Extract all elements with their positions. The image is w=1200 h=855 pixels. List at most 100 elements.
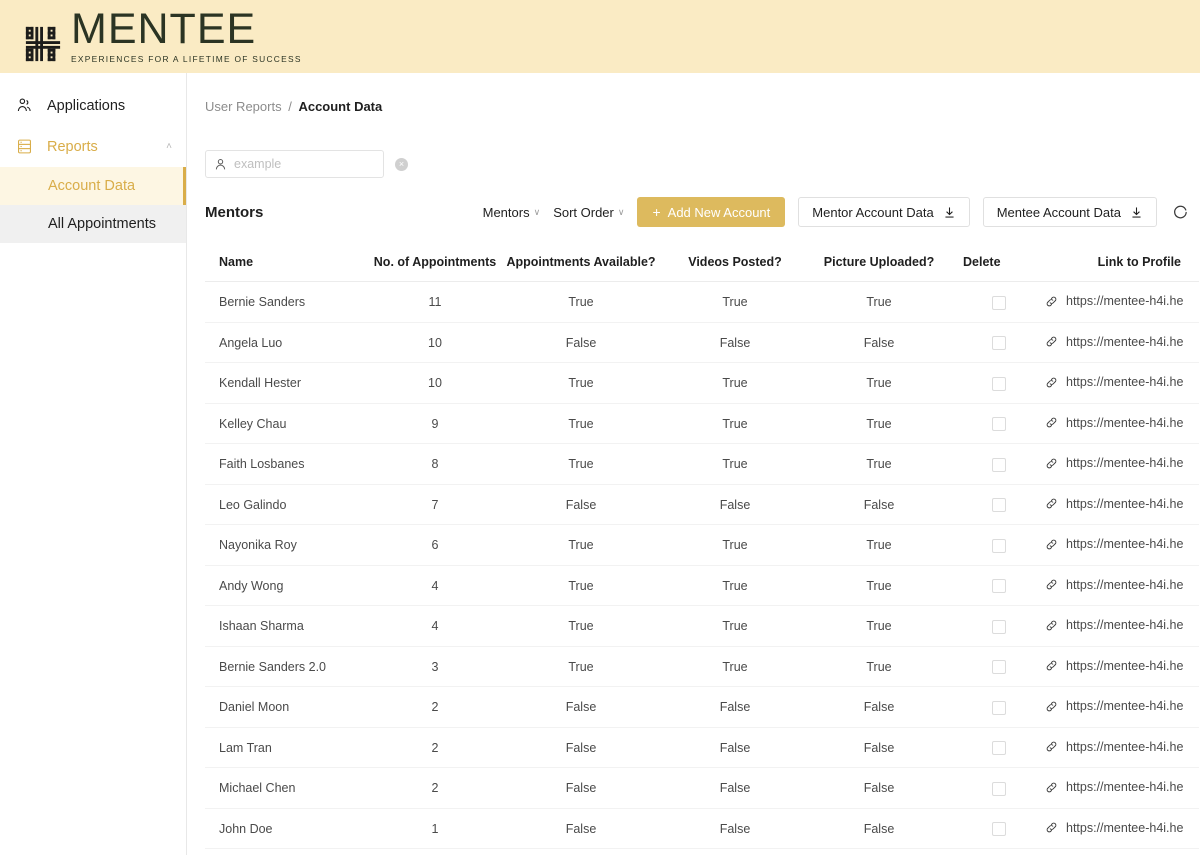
- table-row[interactable]: Kelley Chau 9 True True True https://mentee-h…: [205, 403, 1199, 444]
- role-filter-dropdown[interactable]: Mentors ∨: [483, 205, 541, 220]
- table-head: Name No. of Appointments Appointments Av…: [205, 244, 1199, 282]
- table-row[interactable]: Lam Tran 2 False False False https://mentee-h…: [205, 727, 1199, 768]
- profile-link[interactable]: https://mentee-h4i.he: [1045, 659, 1183, 673]
- profile-link[interactable]: https://mentee-h4i.he: [1045, 578, 1183, 592]
- cell-delete: [953, 686, 1045, 728]
- cell-available: False: [497, 484, 665, 525]
- delete-checkbox[interactable]: [992, 376, 1006, 391]
- profile-link[interactable]: https://mentee-h4i.he: [1045, 618, 1183, 632]
- cell-videos: False: [665, 686, 805, 728]
- delete-checkbox[interactable]: [992, 700, 1006, 715]
- delete-checkbox[interactable]: [992, 579, 1006, 594]
- sidebar-item-account-data[interactable]: Account Data: [0, 167, 186, 205]
- profile-link[interactable]: https://mentee-h4i.he: [1045, 416, 1183, 430]
- cell-appointments: 7: [373, 484, 497, 525]
- cell-link: https://mentee-h4i.he: [1045, 322, 1199, 363]
- sort-order-dropdown[interactable]: Sort Order ∨: [553, 205, 624, 220]
- brand-tagline: EXPERIENCES FOR A LIFETIME OF SUCCESS: [71, 53, 302, 64]
- cell-picture: False: [805, 686, 953, 728]
- delete-checkbox[interactable]: [992, 538, 1006, 553]
- search-box[interactable]: ×: [205, 150, 408, 178]
- cell-picture: True: [805, 362, 953, 404]
- cell-link: https://mentee-h4i.he: [1045, 808, 1199, 849]
- mentor-account-data-download-button[interactable]: Mentor Account Data: [798, 197, 970, 227]
- delete-checkbox[interactable]: [992, 781, 1006, 796]
- download-icon: [1132, 206, 1141, 218]
- people-group-icon: [17, 98, 31, 112]
- cell-delete: [953, 808, 1045, 849]
- cell-picture: True: [805, 646, 953, 687]
- table-row[interactable]: John Doe 1 False False False https://mentee-h…: [205, 808, 1199, 849]
- profile-link[interactable]: https://mentee-h4i.he: [1045, 780, 1183, 794]
- table-row[interactable]: Andy Wong 4 True True True https://mentee-h4i…: [205, 565, 1199, 606]
- profile-link[interactable]: https://mentee-h4i.he: [1045, 335, 1183, 349]
- table-row[interactable]: Faith Losbanes 8 True True True https://mente…: [205, 443, 1199, 485]
- profile-link[interactable]: https://mentee-h4i.he: [1045, 699, 1183, 713]
- sidebar-item-applications[interactable]: Applications: [0, 85, 186, 126]
- cell-videos: False: [665, 484, 805, 525]
- cell-available: False: [497, 848, 665, 855]
- column-header-videos[interactable]: Videos Posted?: [665, 244, 805, 282]
- delete-checkbox[interactable]: [992, 457, 1006, 472]
- table-row[interactable]: Bernie Sanders 2.0 3 True True True https://m…: [205, 646, 1199, 687]
- delete-checkbox[interactable]: [992, 822, 1006, 837]
- cell-videos: True: [665, 646, 805, 687]
- profile-link[interactable]: https://mentee-h4i.he: [1045, 294, 1183, 308]
- cell-name: Faith Losbanes: [205, 443, 373, 485]
- sidebar-item-all-appointments[interactable]: All Appointments: [0, 205, 186, 243]
- table-row[interactable]: Leo Galindo 7 False False False https://mente…: [205, 484, 1199, 525]
- delete-checkbox[interactable]: [992, 498, 1006, 513]
- cell-delete: [953, 767, 1045, 809]
- table-row[interactable]: Bernie Sanders 11 True True True https://ment…: [205, 281, 1199, 323]
- mentee-account-data-download-button[interactable]: Mentee Account Data: [982, 197, 1157, 227]
- cell-delete: [953, 524, 1045, 566]
- table-row[interactable]: Daniel Moon 2 False False False https://mente…: [205, 686, 1199, 728]
- delete-checkbox[interactable]: [992, 336, 1006, 351]
- search-input[interactable]: [227, 157, 395, 171]
- delete-checkbox[interactable]: [992, 417, 1006, 432]
- profile-link[interactable]: https://mentee-h4i.he: [1045, 375, 1183, 389]
- profile-link[interactable]: https://mentee-h4i.he: [1045, 740, 1183, 754]
- cell-name: Jane Doe: [205, 848, 373, 855]
- cell-link: https://mentee-h4i.he: [1045, 524, 1199, 566]
- cell-available: False: [497, 727, 665, 768]
- table-row[interactable]: Nayonika Roy 6 True True True https://mentee-…: [205, 524, 1199, 566]
- profile-link[interactable]: https://mentee-h4i.he: [1045, 497, 1183, 511]
- report-list-icon: [17, 139, 32, 154]
- refresh-button[interactable]: [1170, 202, 1190, 222]
- chevron-up-icon[interactable]: ˄: [166, 141, 172, 152]
- table-row[interactable]: Michael Chen 2 False False False https://ment…: [205, 767, 1199, 809]
- profile-link[interactable]: https://mentee-h4i.he: [1045, 537, 1183, 551]
- delete-checkbox[interactable]: [992, 741, 1006, 756]
- profile-link[interactable]: https://mentee-h4i.he: [1045, 456, 1183, 470]
- cell-appointments: 4: [373, 605, 497, 647]
- table-row[interactable]: Angela Luo 10 False False False https://mente…: [205, 322, 1199, 363]
- column-header-available[interactable]: Appointments Available?: [497, 244, 665, 282]
- table-row[interactable]: Jane Doe1FalseFalseFalsehttps://mentee-h…: [205, 848, 1199, 855]
- profile-url-text: https://mentee-h4i.he: [1066, 739, 1184, 754]
- cell-name: Bernie Sanders: [205, 281, 373, 323]
- plus-icon: +: [652, 204, 661, 220]
- delete-checkbox[interactable]: [992, 660, 1006, 675]
- cell-link: https://mentee-h4i.he: [1045, 362, 1199, 404]
- column-header-appointments[interactable]: No. of Appointments: [373, 244, 497, 282]
- cell-available: True: [497, 605, 665, 647]
- delete-checkbox[interactable]: [992, 619, 1006, 634]
- table-row[interactable]: Kendall Hester 10 True True True https://ment…: [205, 362, 1199, 404]
- cell-name: Angela Luo: [205, 322, 373, 363]
- profile-link[interactable]: https://mentee-h4i.he: [1045, 821, 1183, 835]
- clear-search-icon[interactable]: ×: [395, 157, 408, 171]
- column-header-name[interactable]: Name: [205, 244, 373, 282]
- column-header-delete[interactable]: Delete: [953, 244, 1045, 282]
- sidebar-item-reports[interactable]: Reports ˄: [0, 126, 186, 167]
- brand-logo[interactable]: MENTEE EXPERIENCES FOR A LIFETIME OF SUC…: [24, 8, 302, 64]
- column-header-link[interactable]: Link to Profile: [1045, 244, 1199, 282]
- cell-videos: True: [665, 443, 805, 485]
- delete-checkbox[interactable]: [992, 295, 1006, 310]
- column-header-picture[interactable]: Picture Uploaded?: [805, 244, 953, 282]
- add-new-account-button[interactable]: + Add New Account: [637, 197, 786, 227]
- table-row[interactable]: Ishaan Sharma 4 True True True https://mentee…: [205, 605, 1199, 647]
- breadcrumb-parent[interactable]: User Reports: [205, 99, 282, 114]
- cell-picture: False: [805, 808, 953, 849]
- cell-picture: False: [805, 767, 953, 809]
